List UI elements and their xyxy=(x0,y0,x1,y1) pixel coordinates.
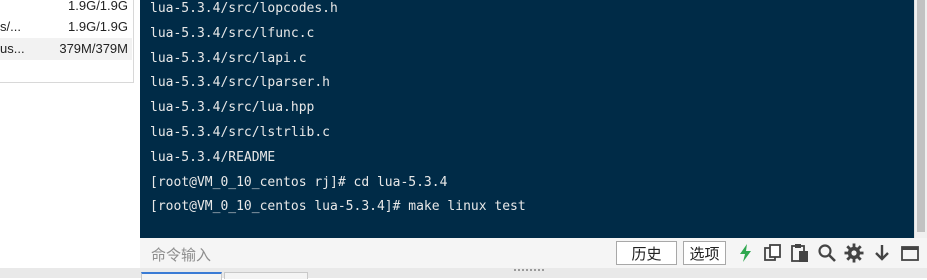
tab-active[interactable] xyxy=(141,272,222,280)
terminal-line: lua-5.3.4/README xyxy=(150,149,276,165)
disk-size: 1.9G/1.9G xyxy=(68,19,128,34)
disk-size: 1.9G/1.9G xyxy=(68,0,128,13)
scrollbar-thumb[interactable] xyxy=(917,0,925,232)
gear-icon[interactable] xyxy=(844,243,864,263)
search-icon[interactable] xyxy=(817,243,837,263)
disk-row[interactable]: s/... 1.9G/1.9G xyxy=(0,16,132,38)
disk-name: us... xyxy=(0,41,25,56)
terminal-line: [root@VM_0_10_centos lua-5.3.4]# make li… xyxy=(150,199,526,215)
disk-size: 379M/379M xyxy=(59,41,128,56)
command-input[interactable] xyxy=(140,238,610,268)
download-arrow-icon[interactable] xyxy=(872,243,892,263)
lightning-icon[interactable] xyxy=(736,243,756,263)
disk-name: s/... xyxy=(0,19,21,34)
terminal-line: [root@VM_0_10_centos rj]# cd lua-5.3.4 xyxy=(150,174,448,190)
terminal-line: lua-5.3.4/src/lua.hpp xyxy=(150,100,315,116)
options-button[interactable]: 选项 xyxy=(683,241,726,265)
command-bar: 历史 选项 xyxy=(140,238,927,268)
copy-icon[interactable] xyxy=(763,243,783,263)
disk-row[interactable]: 1.9G/1.9G xyxy=(0,0,132,17)
window-icon[interactable] xyxy=(900,243,920,263)
terminal-lines: lua-5.3.4/src/lopcodes.h lua-5.3.4/src/l… xyxy=(150,0,526,222)
terminal-output[interactable]: lua-5.3.4/src/lopcodes.h lua-5.3.4/src/l… xyxy=(140,0,927,238)
paste-icon[interactable] xyxy=(790,243,810,263)
disk-usage-panel: 1.9G/1.9G s/... 1.9G/1.9G us... 379M/379… xyxy=(0,0,134,83)
terminal-line: lua-5.3.4/src/lstrlib.c xyxy=(150,124,331,140)
terminal-line: lua-5.3.4/src/lfunc.c xyxy=(150,25,315,41)
terminal-scrollbar[interactable] xyxy=(914,0,927,238)
disk-row[interactable]: us... 379M/379M xyxy=(0,38,132,60)
terminal-line: lua-5.3.4/src/lapi.c xyxy=(150,50,307,66)
history-button[interactable]: 历史 xyxy=(616,241,677,265)
bottom-tab-strip xyxy=(0,268,927,280)
resize-grip[interactable] xyxy=(514,269,550,273)
terminal-line: lua-5.3.4/src/lparser.h xyxy=(150,75,331,91)
terminal-line: lua-5.3.4/src/lopcodes.h xyxy=(150,1,338,16)
